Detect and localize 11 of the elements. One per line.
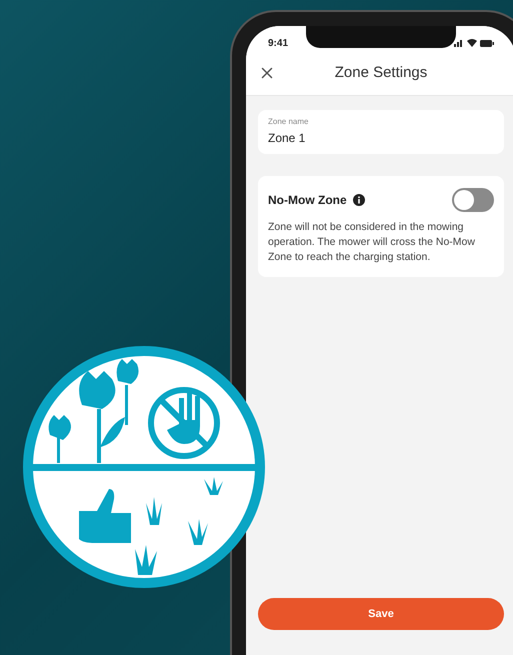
battery-icon [480, 40, 494, 46]
save-button[interactable]: Save [258, 598, 504, 630]
screen-title: Zone Settings [334, 63, 428, 84]
signal-icon [454, 39, 464, 47]
info-icon[interactable] [352, 194, 365, 206]
toggle-switch[interactable] [452, 188, 494, 212]
setting-title: No-Mow Zone [268, 192, 347, 209]
setting-description: Zone will not be considered in the mowing operation. The mower will cross the No-Mow Zone to reach the charging station. [268, 220, 476, 265]
wifi-icon [467, 39, 477, 47]
status-time: 9:41 [268, 36, 288, 50]
field-label: Zone name [268, 117, 308, 127]
